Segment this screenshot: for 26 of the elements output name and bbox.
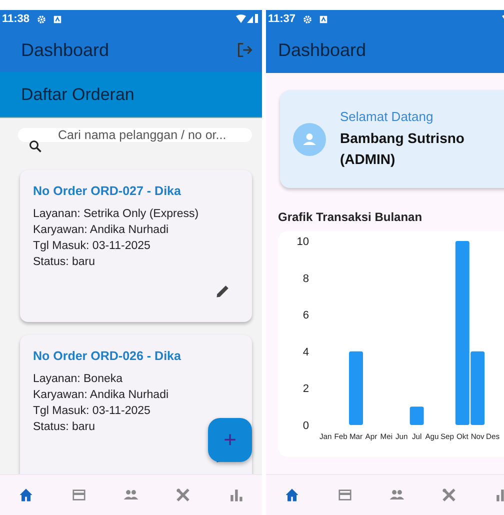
y-tick-label: 2 [302,383,309,396]
search-field[interactable]: Cari nama pelanggan / no or... [18,128,252,142]
order-detail: Tgl Masuk: 03-11-2025 [33,239,152,254]
section-title: Daftar Orderan [21,84,134,104]
y-tick-label: 6 [302,310,309,322]
status-time: 11:37 [268,13,296,25]
y-tick-label: 8 [302,272,309,285]
y-tick-label: 10 [296,236,309,248]
y-tick-label: 4 [302,346,309,358]
order-detail: Karyawan: Andika Nurhadi [33,223,170,238]
order-detail: Status: baru [33,420,96,435]
greeting-text: Selamat Datang [340,108,434,124]
order-detail: Tgl Masuk: 03-11-2025 [33,404,152,419]
app-title: Dashboard [21,40,110,60]
order-title: No Order ORD-026 - Dika [33,349,182,363]
order-title: No Order ORD-027 - Dika [33,184,182,198]
y-tick-label: 0 [302,420,309,432]
user-name: Bambang Sutrisno (ADMIN) [340,128,466,169]
order-card[interactable]: No Order ORD-027 - Dika Layanan: Setrika Only (Express) Karyawan: Andika Nurhadi Tgl Masuk: 03-11-2025 Status: baru [20,170,252,322]
order-detail: Karyawan: Andika Nurhadi [33,388,170,403]
status-time: 11:38 [2,13,30,25]
order-detail: Layanan: Boneka [33,372,124,387]
order-detail: Layanan: Setrika Only (Express) [33,207,200,222]
app-title: Dashboard [278,40,366,61]
chart-title: Grafik Transaksi Bulanan [278,210,424,224]
order-detail: Status: baru [33,255,96,270]
